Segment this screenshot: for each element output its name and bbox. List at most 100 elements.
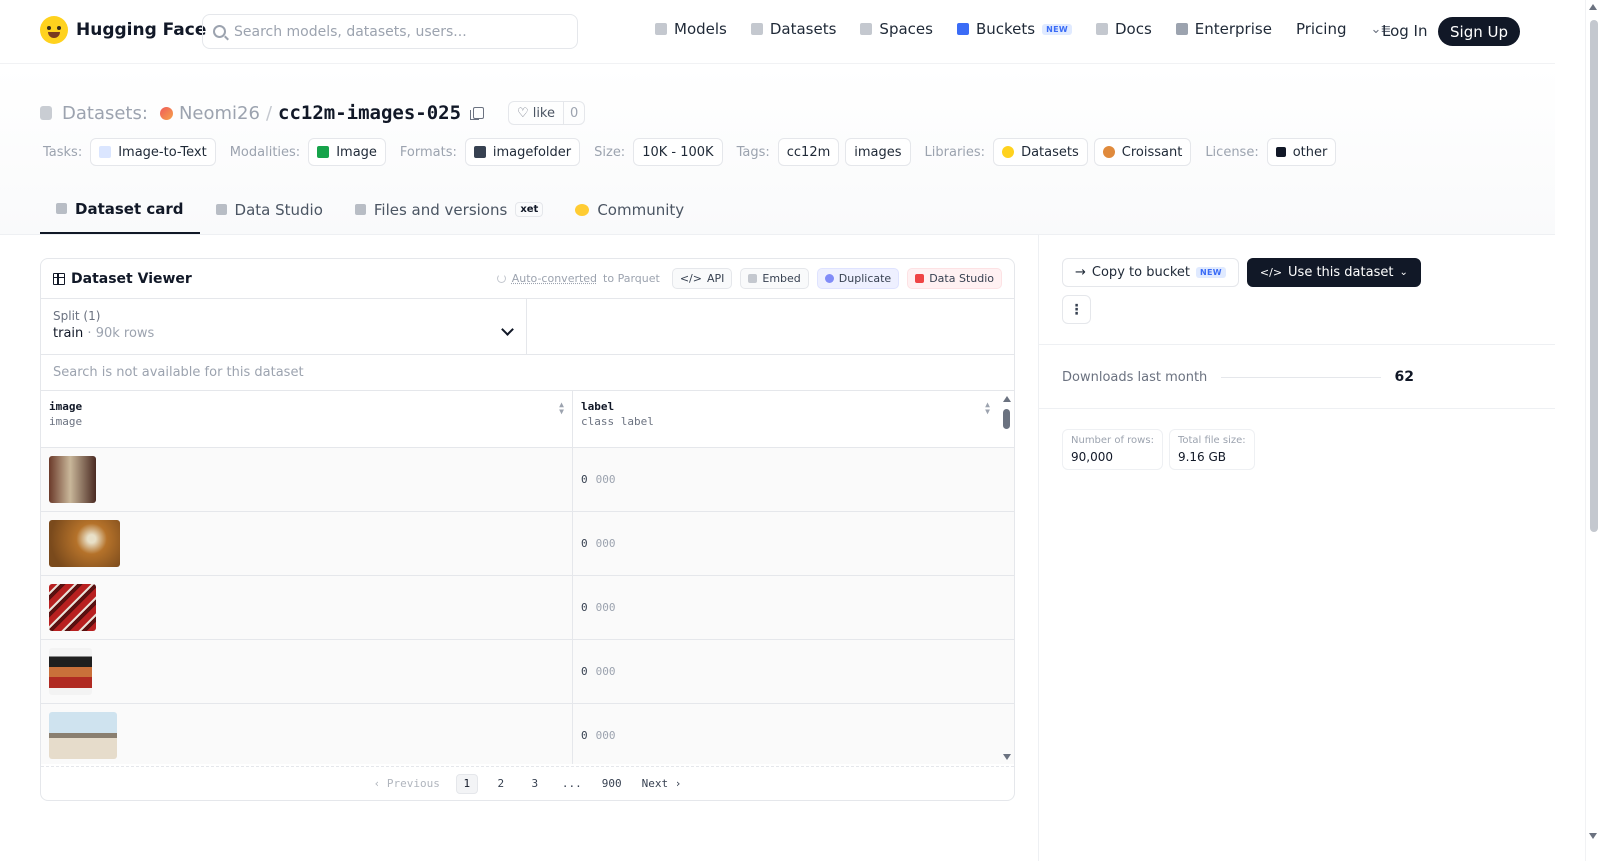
column-header-image[interactable]: image image ▲ ▼ xyxy=(41,391,573,447)
image-cell[interactable] xyxy=(41,448,573,511)
column-header-label[interactable]: label class label ▲ ▼ xyxy=(573,391,998,447)
tab-files-and-versions[interactable]: Files and versions xet xyxy=(339,185,559,234)
owner-link[interactable]: Neomi26 xyxy=(179,103,260,124)
page-button-2[interactable]: 2 xyxy=(490,774,512,794)
tag-size[interactable]: 10K - 100K xyxy=(633,138,723,166)
duplicate-button[interactable]: Duplicate xyxy=(816,268,900,289)
datasets-crumb[interactable]: Datasets: xyxy=(62,103,148,124)
like-button[interactable]: ♡ like 0 xyxy=(508,101,586,125)
page-scrollbar[interactable] xyxy=(1585,0,1600,861)
tag-task[interactable]: Image-to-Text xyxy=(90,138,216,166)
use-this-dataset-label: Use this dataset xyxy=(1288,265,1394,280)
image-cell[interactable] xyxy=(41,640,573,703)
image-thumbnail[interactable] xyxy=(49,520,120,567)
image-thumbnail[interactable] xyxy=(49,712,117,759)
page-button-900[interactable]: 900 xyxy=(598,774,626,794)
embed-icon xyxy=(748,274,758,283)
tag-cc12m[interactable]: cc12m xyxy=(777,138,840,166)
sort-icon[interactable]: ▲ ▼ xyxy=(985,401,990,416)
table-row[interactable]: 0 000 xyxy=(41,704,1014,764)
side-divider xyxy=(1039,344,1555,345)
tag-license[interactable]: other xyxy=(1266,138,1337,166)
nav-datasets[interactable]: Datasets xyxy=(750,20,836,38)
table-row[interactable]: 0 000 xyxy=(41,512,1014,576)
nav-buckets[interactable]: Buckets NEW xyxy=(956,20,1072,38)
nav-spaces[interactable]: Spaces xyxy=(860,20,933,38)
folder-icon xyxy=(473,146,486,158)
previous-page-button[interactable]: ‹ Previous xyxy=(370,774,444,794)
tag-library-datasets[interactable]: Datasets xyxy=(993,138,1088,166)
nav-models[interactable]: Models xyxy=(655,20,727,38)
tag-modality[interactable]: Image xyxy=(308,138,386,166)
files-icon xyxy=(354,204,366,215)
label-cell: 0 000 xyxy=(573,704,998,764)
split-label: Split (1) xyxy=(53,309,101,323)
tag-task-label: Image-to-Text xyxy=(118,144,207,160)
scroll-up-icon[interactable] xyxy=(1003,396,1011,402)
viewer-header: Dataset Viewer Auto-converted to Parquet … xyxy=(41,259,1014,299)
label-name: 000 xyxy=(595,729,616,742)
tab-community[interactable]: Community xyxy=(559,185,700,234)
tab-dataset-card[interactable]: Dataset card xyxy=(40,185,200,234)
page-scroll-up-icon[interactable] xyxy=(1589,4,1597,10)
image-cell[interactable] xyxy=(41,512,573,575)
buckets-new-badge: NEW xyxy=(1042,23,1072,35)
nav-models-label: Models xyxy=(674,20,727,38)
image-thumbnail[interactable] xyxy=(49,584,96,631)
search-input[interactable] xyxy=(234,23,564,40)
scroll-down-icon[interactable] xyxy=(1003,754,1011,760)
split-rows: 90k rows xyxy=(95,326,155,341)
nav-docs[interactable]: Docs xyxy=(1095,20,1152,38)
login-link[interactable]: Log In xyxy=(1382,22,1428,40)
image-thumbnail[interactable] xyxy=(49,456,96,503)
models-icon xyxy=(655,23,667,35)
label-name: 000 xyxy=(595,665,616,678)
like-count[interactable]: 0 xyxy=(563,102,584,124)
nav-enterprise[interactable]: Enterprise xyxy=(1175,20,1272,38)
tag-images[interactable]: images xyxy=(845,138,911,166)
page-scroll-down-icon[interactable] xyxy=(1589,833,1597,839)
table-row[interactable]: 0 000 xyxy=(41,448,1014,512)
global-search[interactable] xyxy=(202,14,578,49)
image-thumbnail[interactable] xyxy=(49,648,92,695)
tag-format[interactable]: imagefolder xyxy=(464,138,581,166)
scroll-thumb[interactable] xyxy=(1003,409,1010,429)
nav-links: Models Datasets Spaces Buckets NEW Docs E… xyxy=(655,20,1391,38)
more-options-button[interactable]: ⋮ xyxy=(1062,295,1091,324)
buckets-icon xyxy=(956,23,969,35)
tag-library-croissant[interactable]: Croissant xyxy=(1093,138,1192,166)
use-this-dataset-button[interactable]: </> Use this dataset ⌄ xyxy=(1246,258,1421,287)
repo-name[interactable]: cc12m-images-025 xyxy=(278,102,461,124)
copy-to-bucket-button[interactable]: → Copy to bucket NEW xyxy=(1062,258,1239,287)
image-modality-icon xyxy=(317,146,330,158)
label-id: 0 xyxy=(581,473,588,486)
brand-link[interactable]: Hugging Face xyxy=(40,16,206,44)
owner-avatar[interactable] xyxy=(159,106,173,120)
page-button-1[interactable]: 1 xyxy=(455,773,478,794)
tab-data-studio[interactable]: Data Studio xyxy=(200,185,339,234)
downloads-stat: Downloads last month 62 xyxy=(1062,369,1414,385)
split-selector[interactable]: Split (1) train · 90k rows xyxy=(41,299,527,354)
table-scrollbar[interactable] xyxy=(1000,391,1014,764)
data-studio-button[interactable]: Data Studio xyxy=(907,268,1002,289)
table-row[interactable]: 0 000 xyxy=(41,640,1014,704)
auto-converted-link[interactable]: Auto-converted xyxy=(512,272,597,285)
next-page-button[interactable]: Next › xyxy=(638,774,686,794)
image-cell[interactable] xyxy=(41,576,573,639)
nav-pricing[interactable]: Pricing xyxy=(1296,20,1347,38)
data-studio-icon xyxy=(915,274,925,283)
image-cell[interactable] xyxy=(41,704,573,764)
next-label: Next xyxy=(641,777,669,790)
like-main[interactable]: ♡ like xyxy=(509,106,563,121)
page-button-3[interactable]: 3 xyxy=(524,774,546,794)
signup-button[interactable]: Sign Up xyxy=(1438,17,1520,46)
embed-button[interactable]: Embed xyxy=(740,268,809,289)
sort-icon[interactable]: ▲ ▼ xyxy=(559,401,564,416)
page-scroll-thumb[interactable] xyxy=(1590,20,1598,532)
tab-community-label: Community xyxy=(597,200,685,219)
code-icon: </> xyxy=(679,272,702,285)
duplicate-label: Duplicate xyxy=(838,272,892,285)
table-row[interactable]: 0 000 xyxy=(41,576,1014,640)
api-button[interactable]: </> API xyxy=(671,268,733,289)
copy-icon[interactable] xyxy=(470,107,485,120)
